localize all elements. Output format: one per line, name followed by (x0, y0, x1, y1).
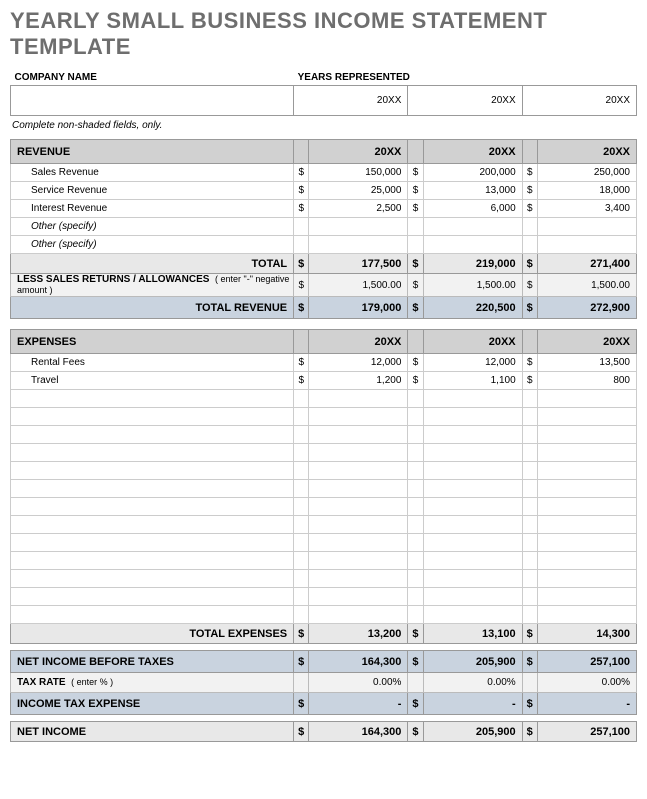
table-row[interactable] (11, 498, 637, 516)
revenue-header: REVENUE 20XX 20XX 20XX (11, 140, 637, 164)
table-row[interactable] (11, 606, 637, 624)
table-row[interactable] (11, 444, 637, 462)
header-table: COMPANY NAME YEARS REPRESENTED 20XX 20XX… (10, 70, 637, 116)
table-row[interactable]: Interest Revenue$2,500$6,000$3,400 (11, 200, 637, 218)
revenue-table: REVENUE 20XX 20XX 20XX Sales Revenue$150… (10, 139, 637, 319)
year3-input[interactable]: 20XX (522, 86, 636, 116)
total-expenses-row: TOTAL EXPENSES $13,200 $13,100 $14,300 (11, 624, 637, 644)
income-tax-expense-row: INCOME TAX EXPENSE $- $- $- (11, 693, 637, 715)
table-row[interactable]: Other (specify) (11, 236, 637, 254)
page-title: YEARLY SMALL BUSINESS INCOME STATEMENT T… (10, 8, 637, 60)
less-returns-row[interactable]: LESS SALES RETURNS / ALLOWANCES ( enter … (11, 274, 637, 297)
revenue-total-row: TOTAL $177,500 $219,000 $271,400 (11, 254, 637, 274)
table-row[interactable]: Other (specify) (11, 218, 637, 236)
table-row[interactable] (11, 462, 637, 480)
table-row[interactable]: Travel$1,200$1,100$800 (11, 372, 637, 390)
total-revenue-row: TOTAL REVENUE $179,000 $220,500 $272,900 (11, 297, 637, 319)
table-row[interactable] (11, 408, 637, 426)
table-row[interactable] (11, 588, 637, 606)
net-income-row: NET INCOME $164,300 $205,900 $257,100 (11, 722, 637, 742)
years-represented-label: YEARS REPRESENTED (294, 70, 637, 86)
table-row[interactable] (11, 390, 637, 408)
table-row[interactable] (11, 426, 637, 444)
year1-input[interactable]: 20XX (294, 86, 408, 116)
company-name-input[interactable] (11, 86, 294, 116)
tax-rate-row[interactable]: TAX RATE ( enter % ) 0.00% 0.00% 0.00% (11, 673, 637, 693)
net-income-table: NET INCOME $164,300 $205,900 $257,100 (10, 721, 637, 742)
table-row[interactable]: Rental Fees$12,000$12,000$13,500 (11, 354, 637, 372)
table-row[interactable] (11, 516, 637, 534)
table-row[interactable] (11, 534, 637, 552)
expenses-header: EXPENSES 20XX 20XX 20XX (11, 330, 637, 354)
expenses-table: EXPENSES 20XX 20XX 20XX Rental Fees$12,0… (10, 329, 637, 644)
instruction-note: Complete non-shaded fields, only. (10, 116, 637, 139)
table-row[interactable]: Service Revenue$25,000$13,000$18,000 (11, 182, 637, 200)
net-before-taxes-row: NET INCOME BEFORE TAXES $164,300 $205,90… (11, 651, 637, 673)
year2-input[interactable]: 20XX (408, 86, 522, 116)
table-row[interactable]: Sales Revenue$150,000$200,000$250,000 (11, 164, 637, 182)
company-name-label: COMPANY NAME (11, 70, 294, 86)
summary-table: NET INCOME BEFORE TAXES $164,300 $205,90… (10, 650, 637, 715)
table-row[interactable] (11, 552, 637, 570)
table-row[interactable] (11, 480, 637, 498)
table-row[interactable] (11, 570, 637, 588)
